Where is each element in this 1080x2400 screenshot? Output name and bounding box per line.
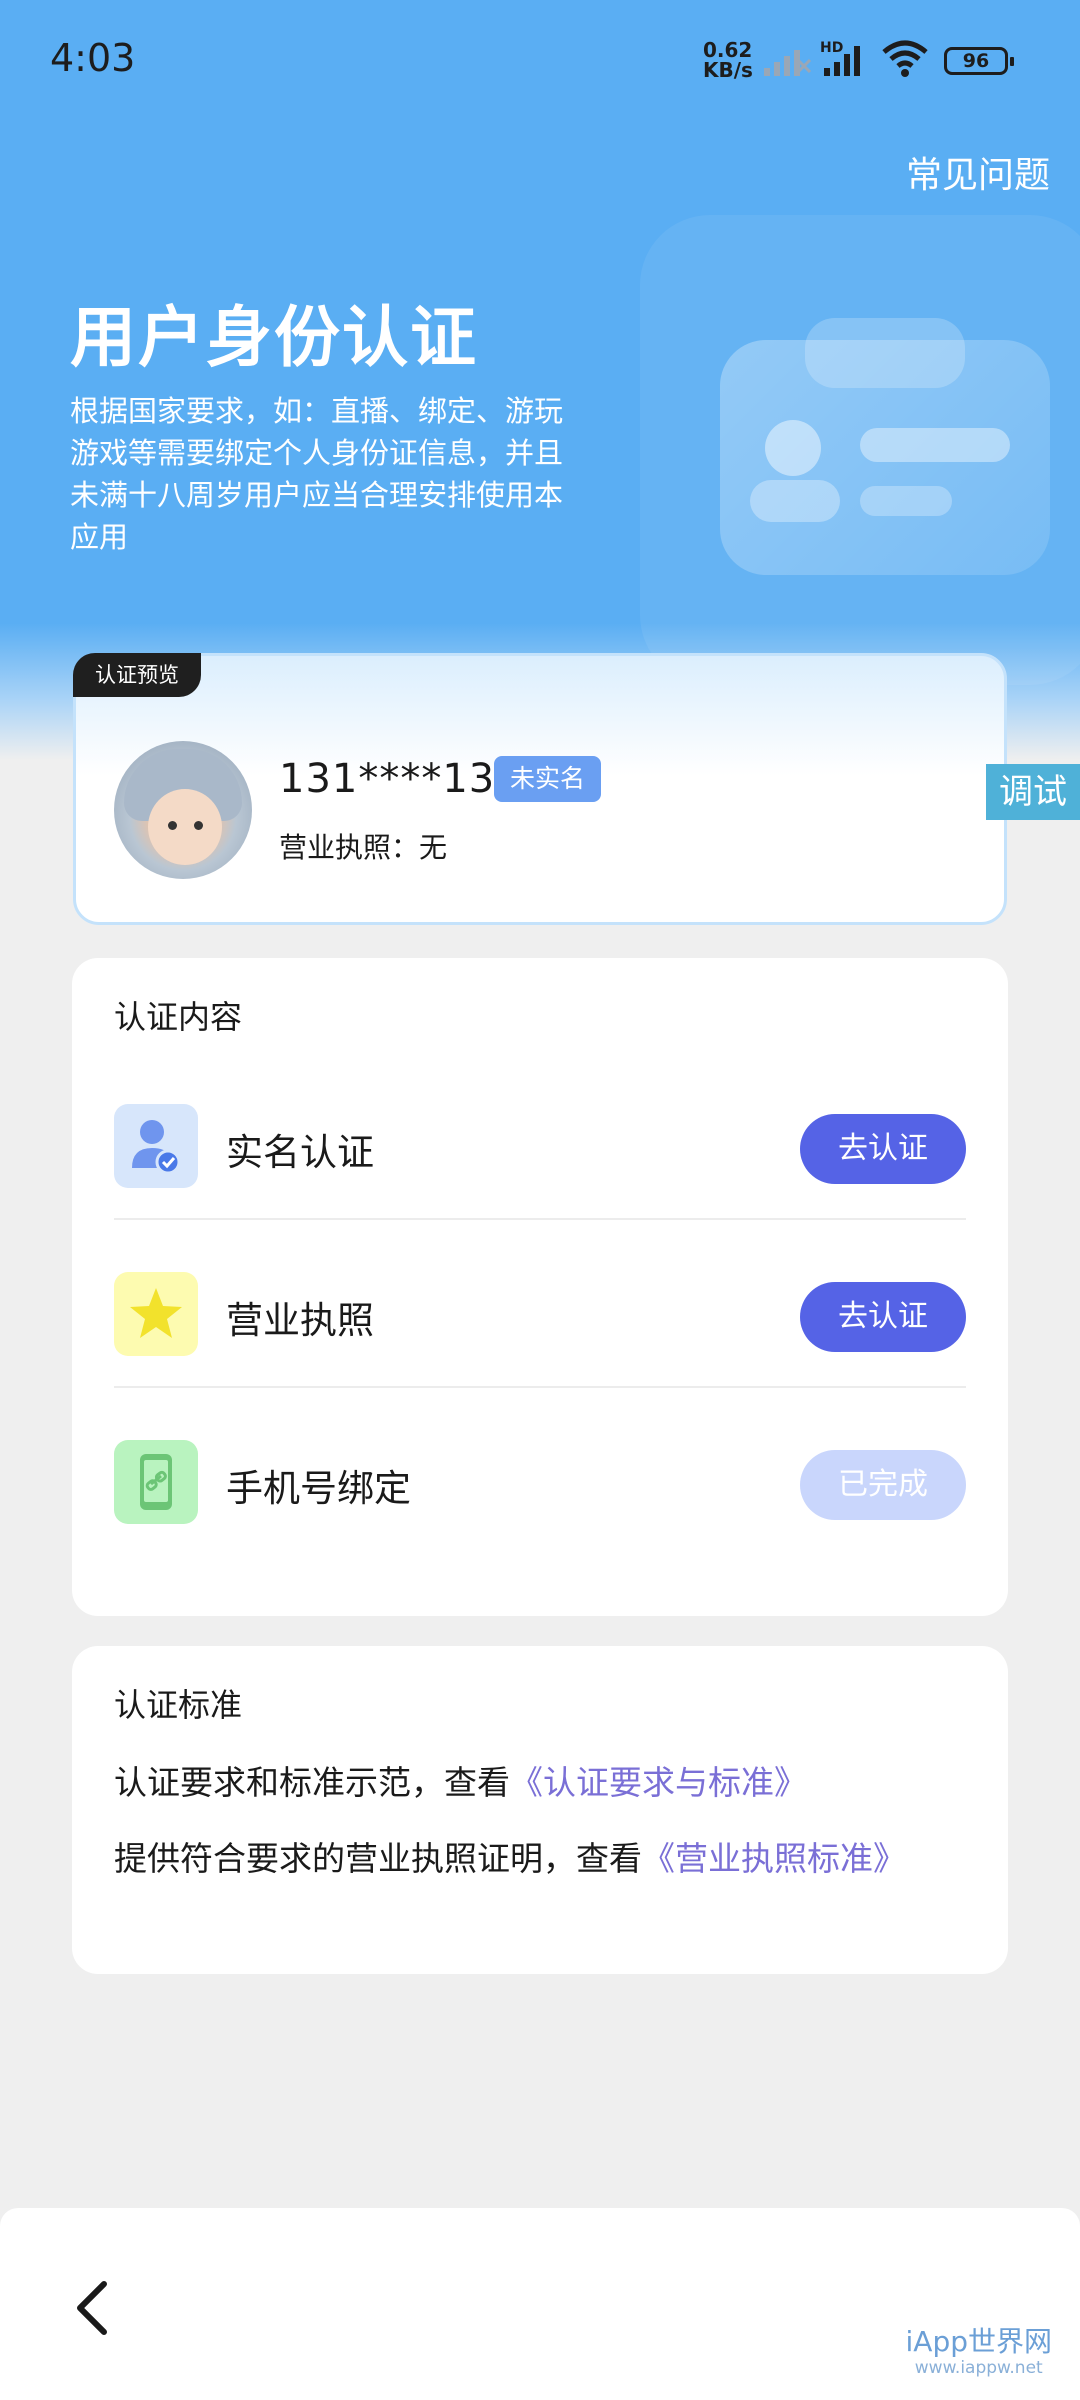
section-title: 认证内容	[114, 998, 243, 1036]
debug-button[interactable]: 调试	[986, 764, 1080, 820]
network-speed: 0.62 KB/s	[703, 40, 753, 80]
avatar-face	[148, 789, 222, 865]
id-card-body-shape	[750, 480, 840, 522]
avatar-eye	[168, 821, 177, 830]
watermark-url: www.iappw.net	[914, 2358, 1043, 2378]
auth-item-real-name: 实名认证 去认证	[114, 1052, 966, 1220]
standard-text: 提供符合要求的营业执照证明，查看	[114, 1839, 642, 1878]
standard-line: 认证要求和标准示范，查看《认证要求与标准》	[114, 1756, 807, 1804]
phone-link-icon	[114, 1440, 198, 1524]
page-description: 根据国家要求，如：直播、绑定、游玩游戏等需要绑定个人身份证信息，并且未满十八周岁…	[70, 394, 564, 554]
watermark: iApp世界网 www.iappw.net	[905, 2325, 1052, 2379]
faq-link[interactable]: 常见问题	[906, 146, 1050, 198]
page-title: 用户身份认证	[70, 299, 478, 376]
signal-icon	[824, 46, 860, 76]
auth-content-panel: 认证内容 实名认证 去认证 营业执照 去认证 手机号绑定 已完成	[72, 958, 1008, 1616]
signal-disabled-icon	[764, 50, 812, 76]
id-card-line-shape	[860, 428, 1010, 462]
auth-item-phone-binding: 手机号绑定 已完成	[114, 1388, 966, 1556]
bottom-navigation: iApp世界网 www.iappw.net	[0, 2208, 1080, 2400]
status-bar: 4:03 0.62 KB/s HD 96	[0, 0, 1080, 120]
network-speed-value: 0.62	[703, 38, 753, 62]
phone-number: 131****134	[279, 756, 522, 802]
auth-preview-card: 认证预览 131****134 未实名 营业执照：无	[73, 653, 1007, 925]
id-card-line-shape	[860, 486, 952, 516]
auth-item-label: 实名认证	[226, 1131, 374, 1174]
license-status: 营业执照：无	[279, 831, 448, 864]
standard-line: 提供符合要求的营业执照证明，查看《营业执照标准》	[114, 1832, 906, 1880]
verify-license-button[interactable]: 去认证	[800, 1282, 966, 1352]
auth-item-label: 营业执照	[226, 1299, 374, 1342]
license-standard-link[interactable]: 《营业执照标准》	[642, 1839, 906, 1878]
avatar-eye	[194, 821, 203, 830]
section-title: 认证标准	[114, 1686, 243, 1724]
battery-indicator: 96	[944, 47, 1014, 75]
auth-item-label: 手机号绑定	[226, 1467, 411, 1510]
wifi-icon	[882, 40, 928, 77]
standard-text: 认证要求和标准示范，查看	[114, 1763, 510, 1802]
auth-item-business-license: 营业执照 去认证	[114, 1220, 966, 1388]
back-arrow-icon[interactable]	[60, 2272, 130, 2342]
auth-standards-panel: 认证标准 认证要求和标准示范，查看《认证要求与标准》 提供符合要求的营业执照证明…	[72, 1646, 1008, 1974]
verify-real-name-button[interactable]: 去认证	[800, 1114, 966, 1184]
phone-binding-done-button[interactable]: 已完成	[800, 1450, 966, 1520]
preview-tag: 认证预览	[73, 653, 201, 697]
user-check-icon	[114, 1104, 198, 1188]
auth-standard-link[interactable]: 《认证要求与标准》	[510, 1763, 807, 1802]
star-icon	[114, 1272, 198, 1356]
watermark-title: iApp世界网	[905, 2325, 1052, 2358]
network-speed-unit: KB/s	[703, 58, 753, 82]
status-time: 4:03	[50, 36, 136, 80]
status-badge: 未实名	[494, 756, 602, 802]
avatar[interactable]	[114, 741, 252, 879]
id-card-avatar-shape	[765, 420, 821, 476]
